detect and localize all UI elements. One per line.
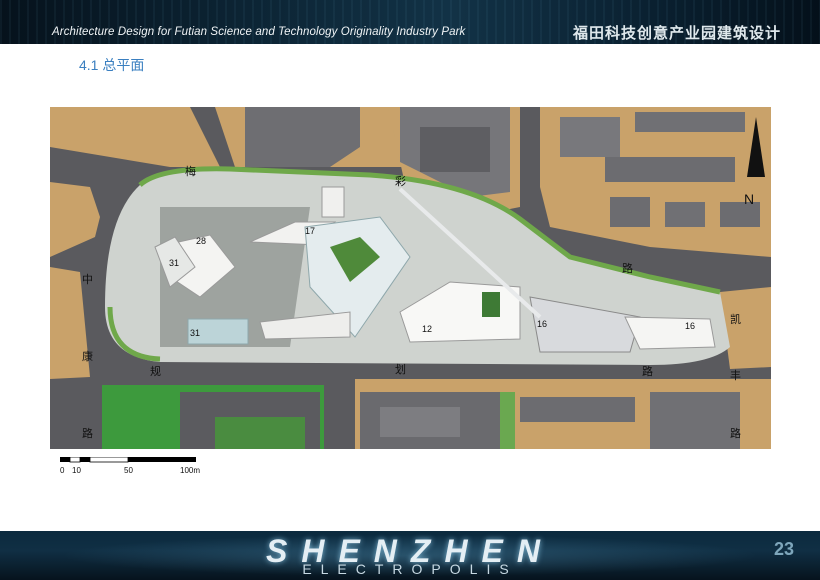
- street-char: 路: [642, 365, 653, 378]
- building-mass: [520, 397, 635, 422]
- building-mass: [650, 392, 740, 449]
- street-char: 丰: [730, 369, 741, 382]
- building-label: 31: [169, 258, 179, 268]
- north-label: N: [744, 191, 754, 207]
- scale-bar: 0 10 50 100m: [60, 456, 200, 477]
- header-title-en: Architecture Design for Futian Science a…: [52, 26, 466, 38]
- street-char: 凯: [730, 313, 741, 326]
- page-number: 23: [774, 539, 795, 559]
- street-char: 路: [82, 427, 93, 440]
- building-label: 16: [685, 321, 695, 331]
- street-char: 规: [150, 364, 161, 378]
- building-mass: [380, 407, 460, 437]
- street-char: 中: [82, 273, 93, 286]
- roof-garden: [482, 292, 500, 317]
- building-label: 17: [305, 226, 315, 236]
- scale-tick: 50: [124, 466, 133, 475]
- building-mass: [420, 127, 490, 172]
- building-label: 31: [190, 328, 200, 338]
- building-label: 16: [537, 319, 547, 329]
- street-char: 路: [622, 262, 633, 275]
- footer-banner: SHENZHEN ELECTROPOLIS 23: [0, 531, 820, 580]
- header-title-cn: 福田科技创意产业园建筑设计: [573, 25, 782, 42]
- section-title: 4.1 总平面: [79, 57, 145, 73]
- street-char: 彩: [395, 175, 406, 188]
- scale-tick: 100m: [180, 466, 200, 475]
- building-16-east: [624, 316, 716, 350]
- building-mass: [605, 157, 735, 182]
- street-char: 康: [82, 349, 93, 363]
- courtyard: [215, 417, 305, 449]
- building-mass: [560, 117, 620, 157]
- site-plan: 梅 彩 路 中 康 路 规 划 路 凯 丰 路 28 31 17 31 12 1…: [50, 107, 771, 449]
- street-char: 梅: [185, 164, 196, 178]
- tower: [321, 186, 345, 218]
- building-mass: [665, 202, 705, 227]
- street-char: 划: [395, 363, 406, 376]
- building-label: 28: [196, 236, 206, 246]
- brand-subtitle: ELECTROPOLIS: [302, 561, 518, 577]
- header-banner: Architecture Design for Futian Science a…: [0, 0, 820, 44]
- scale-tick: 0: [60, 466, 65, 475]
- street-char: 路: [730, 427, 741, 440]
- building-mass: [610, 197, 650, 227]
- scale-tick: 10: [72, 466, 81, 475]
- building-mass: [635, 112, 745, 132]
- building-label: 12: [422, 324, 432, 334]
- building-mass: [245, 107, 360, 167]
